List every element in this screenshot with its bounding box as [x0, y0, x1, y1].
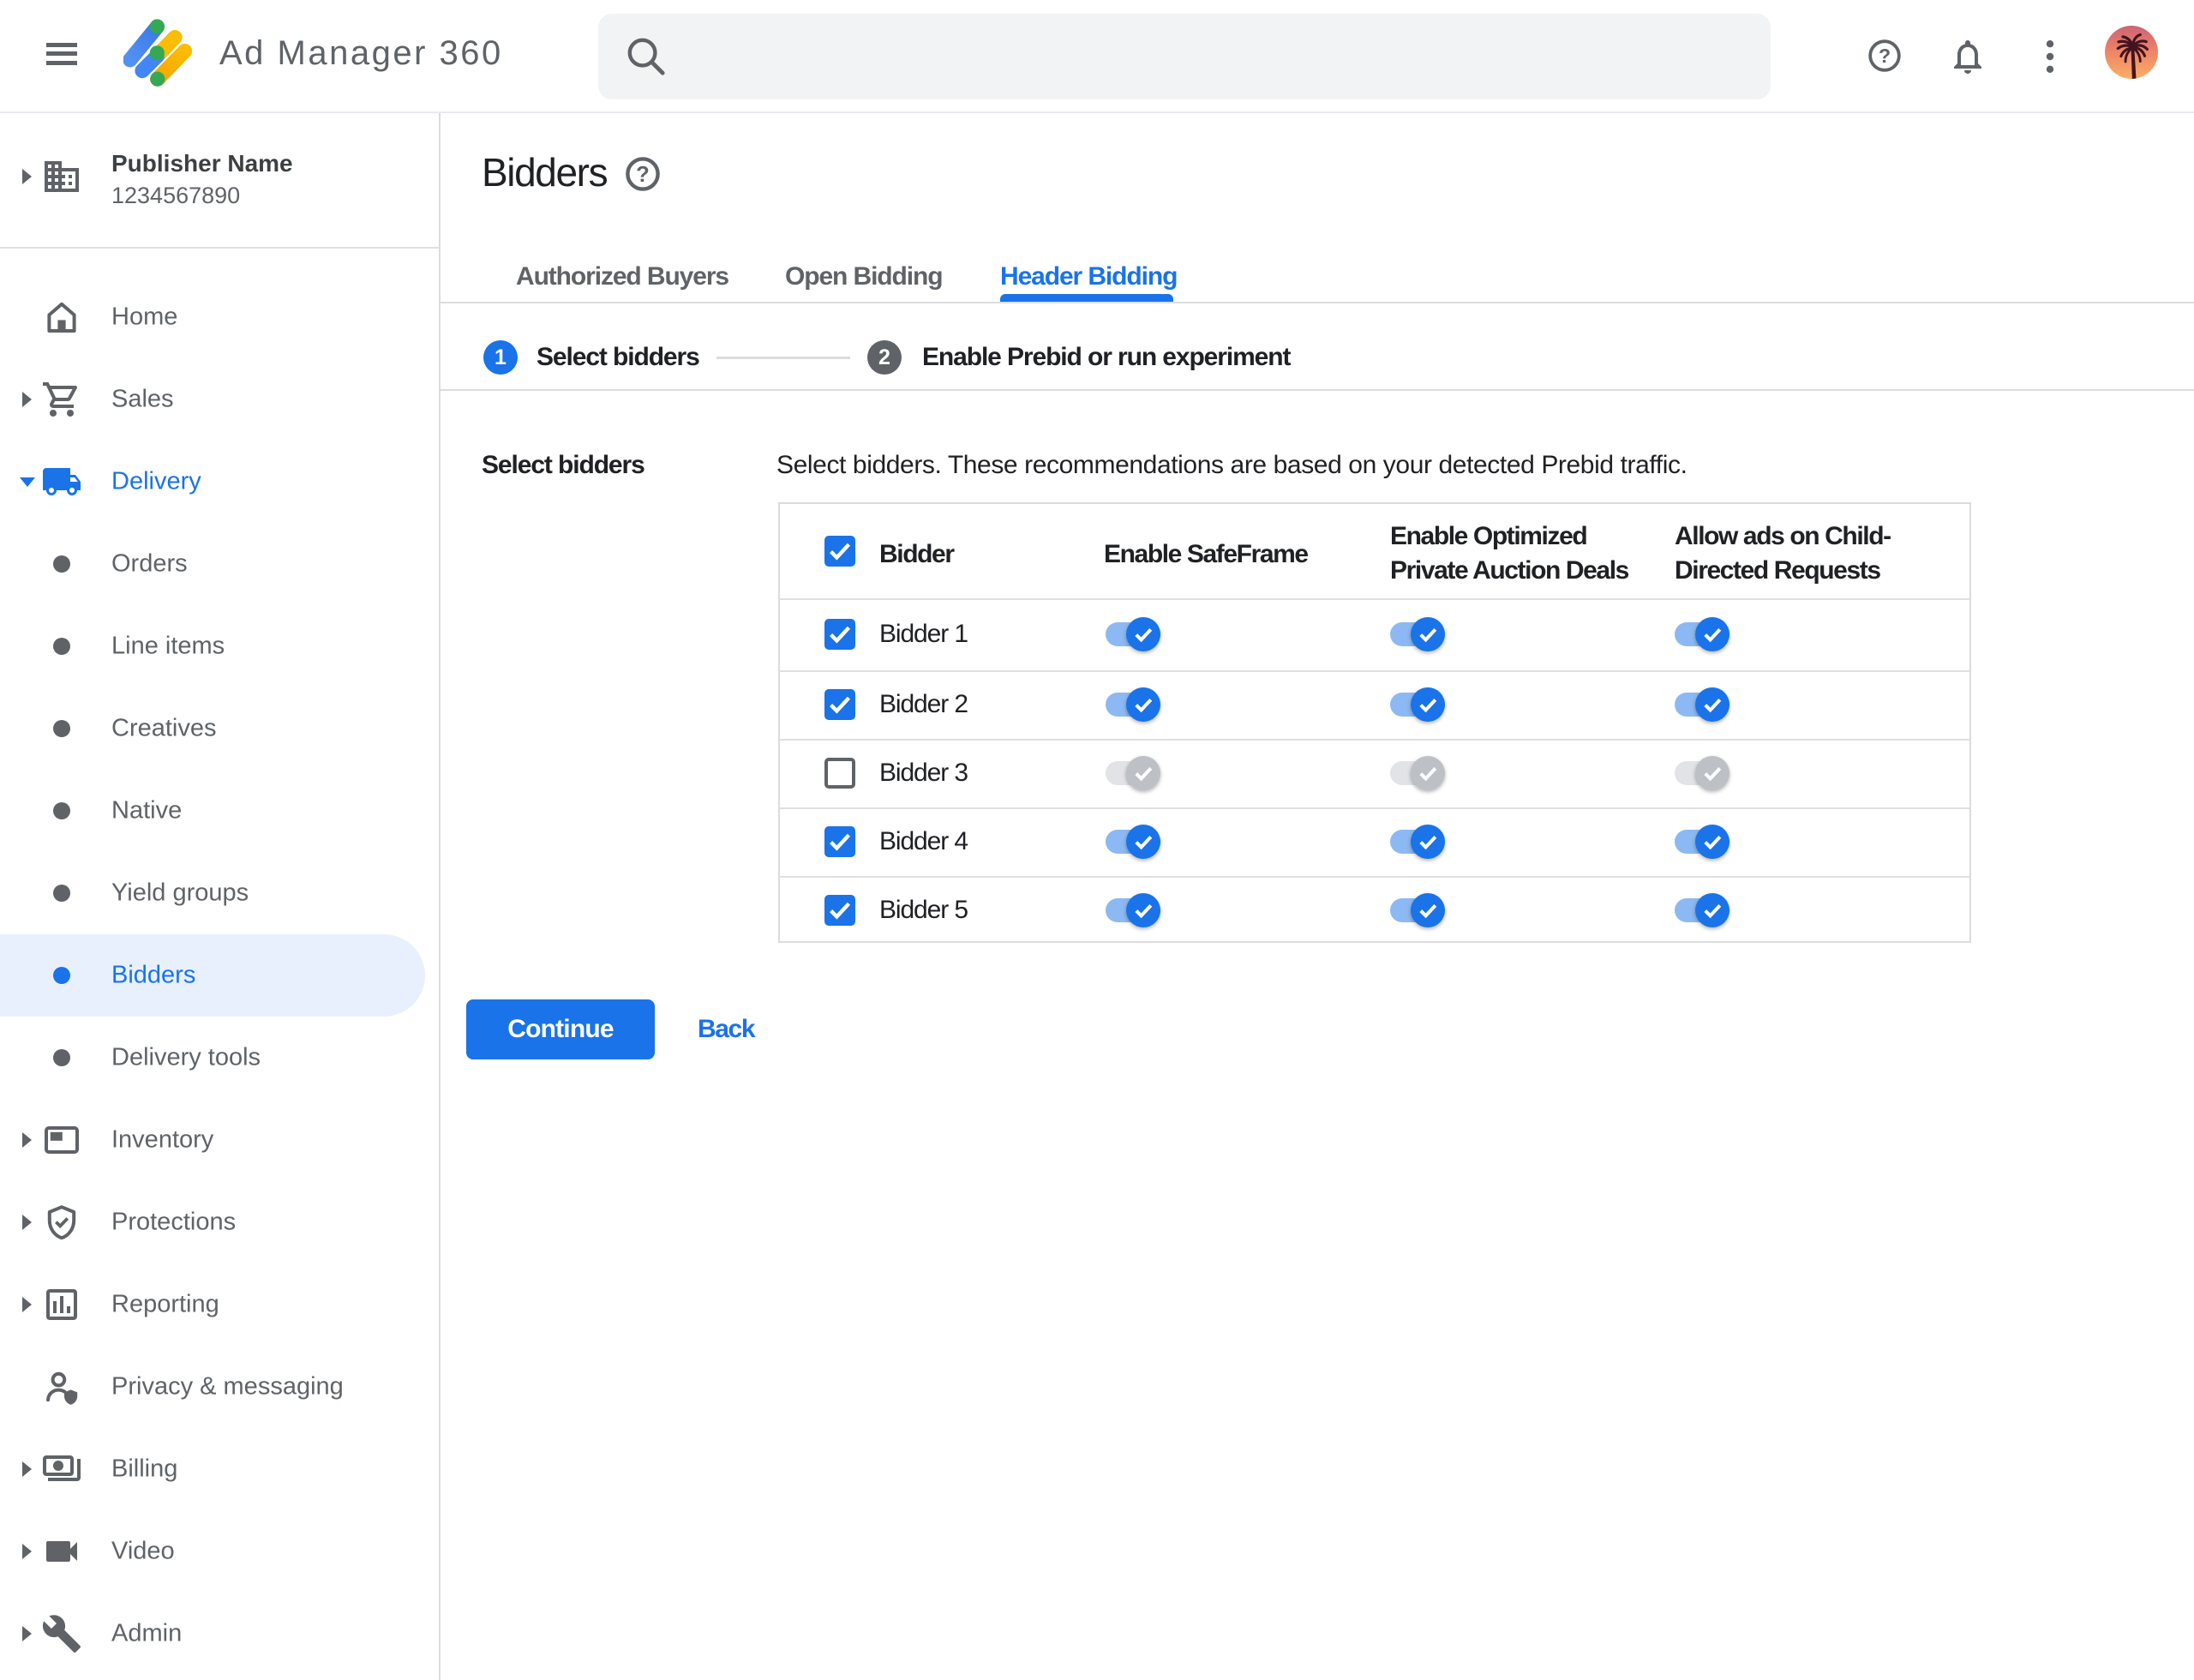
svg-text:?: ?: [1879, 45, 1891, 67]
svg-text:?: ?: [636, 163, 650, 187]
